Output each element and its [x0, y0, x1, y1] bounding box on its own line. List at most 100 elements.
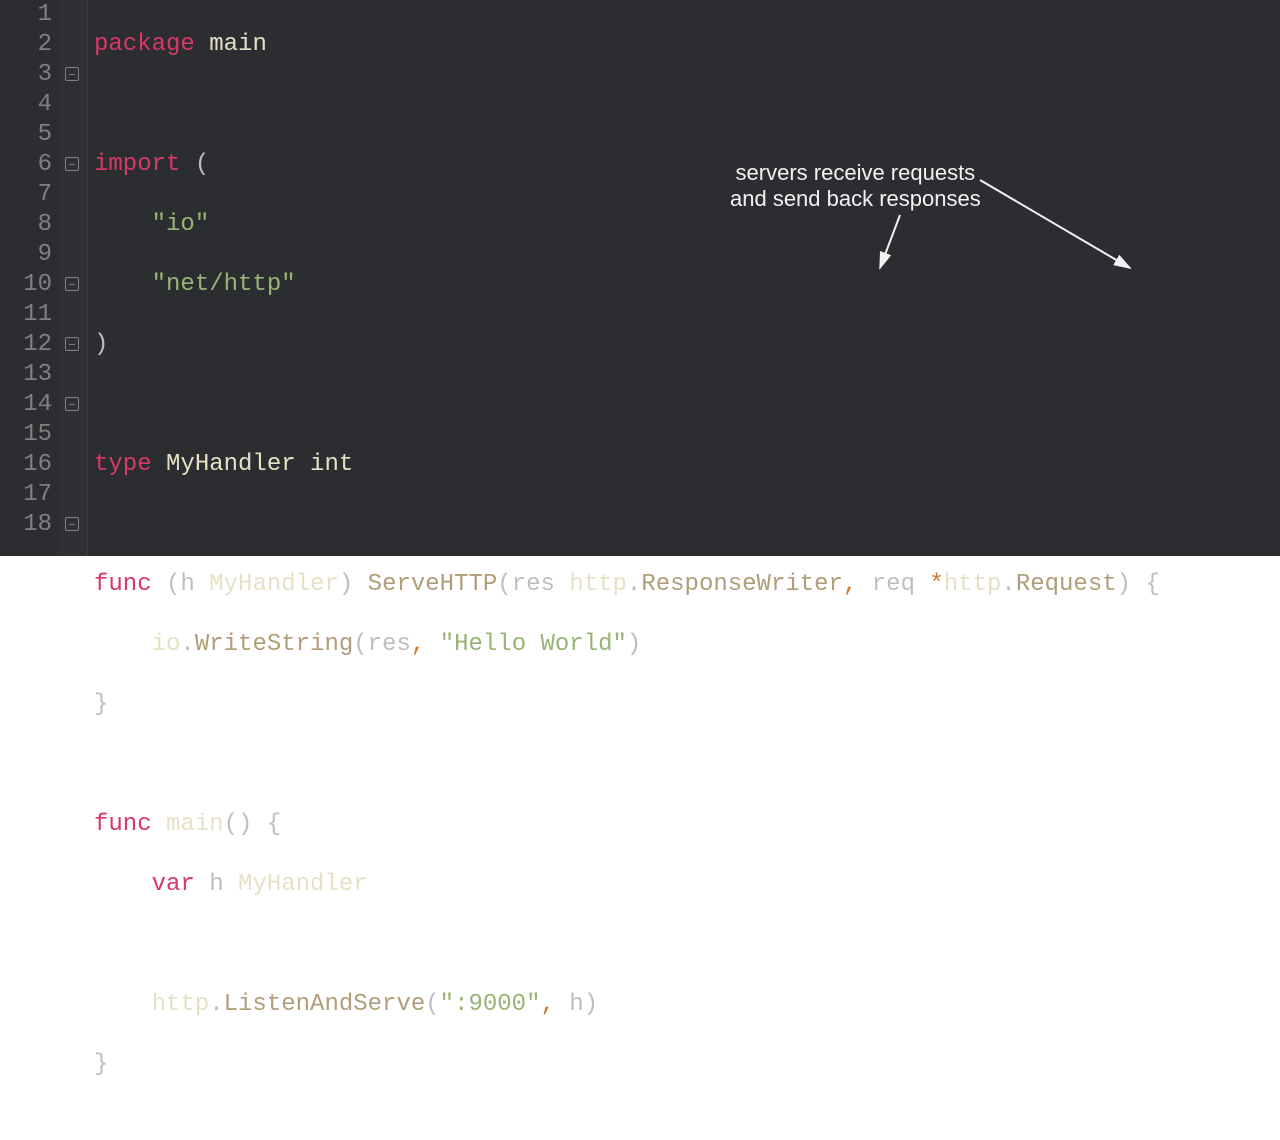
paren-close: )	[627, 631, 641, 658]
func-call: WriteString	[195, 631, 353, 658]
code-line	[94, 930, 1280, 960]
type-ref: MyHandler	[238, 871, 368, 898]
type-ref: ResponseWriter	[641, 571, 843, 598]
string-literal: "Hello World"	[440, 631, 627, 658]
brace-open: {	[252, 811, 281, 838]
paren-open: (	[195, 151, 209, 178]
pkg-ref: http	[944, 571, 1002, 598]
code-line: func (h MyHandler) ServeHTTP(res http.Re…	[94, 570, 1280, 600]
annotation-text: servers receive requests and send back r…	[730, 160, 981, 212]
code-line: func main() {	[94, 810, 1280, 840]
code-editor[interactable]: 1 2 3 4 5 6 7 8 9 10 11 12 13 14 15 16 1…	[0, 0, 1280, 556]
line-number-gutter: 1 2 3 4 5 6 7 8 9 10 11 12 13 14 15 16 1…	[0, 0, 60, 556]
line-number: 7	[0, 180, 52, 210]
code-line: "io"	[94, 210, 1280, 240]
arg: h	[555, 991, 584, 1018]
param-close: )	[1117, 571, 1131, 598]
line-number: 2	[0, 30, 52, 60]
annotation-line1: servers receive requests	[730, 160, 981, 186]
param-open: (res	[497, 571, 569, 598]
type-ref: Request	[1016, 571, 1117, 598]
code-line	[94, 90, 1280, 120]
paren-close: )	[94, 331, 108, 358]
paren-close: )	[584, 991, 598, 1018]
keyword-var: var	[152, 871, 195, 898]
dot: .	[627, 571, 641, 598]
keyword-import: import	[94, 151, 180, 178]
line-number: 4	[0, 90, 52, 120]
paren-open: (	[425, 991, 439, 1018]
fold-open-icon[interactable]	[65, 67, 79, 81]
dot: .	[180, 631, 194, 658]
line-number: 17	[0, 480, 52, 510]
fold-close-icon[interactable]	[65, 157, 79, 171]
line-number: 18	[0, 510, 52, 540]
pkg-ref: http	[152, 991, 210, 1018]
line-number: 1	[0, 0, 52, 30]
type-name: MyHandler	[166, 451, 296, 478]
space	[425, 631, 439, 658]
brace-close: }	[94, 691, 108, 718]
fold-close-icon[interactable]	[65, 337, 79, 351]
comma: ,	[411, 631, 425, 658]
func-name: ServeHTTP	[368, 571, 498, 598]
line-number: 14	[0, 390, 52, 420]
line-number: 5	[0, 120, 52, 150]
code-line: package main	[94, 30, 1280, 60]
receiver-close: )	[339, 571, 353, 598]
brace-close: }	[94, 1051, 108, 1078]
fold-open-icon[interactable]	[65, 397, 79, 411]
code-line: io.WriteString(res, "Hello World")	[94, 630, 1280, 660]
pkg-ref: http	[569, 571, 627, 598]
annotation-line2: and send back responses	[730, 186, 981, 212]
keyword-type: type	[94, 451, 152, 478]
parens: ()	[224, 811, 253, 838]
code-line: var h MyHandler	[94, 870, 1280, 900]
fold-open-icon[interactable]	[65, 277, 79, 291]
comma: ,	[541, 991, 555, 1018]
string-literal: ":9000"	[440, 991, 541, 1018]
line-number: 6	[0, 150, 52, 180]
code-line	[94, 750, 1280, 780]
var-id: h	[195, 871, 238, 898]
line-number: 9	[0, 240, 52, 270]
line-number: 15	[0, 420, 52, 450]
receiver-type: MyHandler	[209, 571, 339, 598]
dot: .	[209, 991, 223, 1018]
code-line: type MyHandler int	[94, 450, 1280, 480]
code-line: "net/http"	[94, 270, 1280, 300]
func-call: ListenAndServe	[224, 991, 426, 1018]
receiver-open: (h	[166, 571, 209, 598]
star-op: *	[929, 571, 943, 598]
code-area[interactable]: package main import ( "io" "net/http" ) …	[88, 0, 1280, 556]
dot: .	[1001, 571, 1015, 598]
keyword-package: package	[94, 31, 195, 58]
brace-open: {	[1131, 571, 1160, 598]
line-number: 10	[0, 270, 52, 300]
func-name: main	[166, 811, 224, 838]
line-number: 11	[0, 300, 52, 330]
keyword-func: func	[94, 811, 152, 838]
code-line: import (	[94, 150, 1280, 180]
code-line: )	[94, 330, 1280, 360]
line-number: 3	[0, 60, 52, 90]
line-number: 12	[0, 330, 52, 360]
code-line	[94, 390, 1280, 420]
line-number: 8	[0, 210, 52, 240]
code-line: http.ListenAndServe(":9000", h)	[94, 990, 1280, 1020]
identifier: main	[209, 31, 267, 58]
param-req: req	[857, 571, 929, 598]
pkg-ref: io	[152, 631, 181, 658]
code-line: }	[94, 690, 1280, 720]
code-line	[94, 510, 1280, 540]
keyword-func: func	[94, 571, 152, 598]
builtin-type: int	[310, 451, 353, 478]
string-literal: "io"	[152, 211, 210, 238]
line-number: 16	[0, 450, 52, 480]
comma: ,	[843, 571, 857, 598]
code-line: }	[94, 1050, 1280, 1080]
fold-close-icon[interactable]	[65, 517, 79, 531]
fold-column	[60, 0, 88, 556]
line-number: 13	[0, 360, 52, 390]
paren-open: (res	[353, 631, 411, 658]
